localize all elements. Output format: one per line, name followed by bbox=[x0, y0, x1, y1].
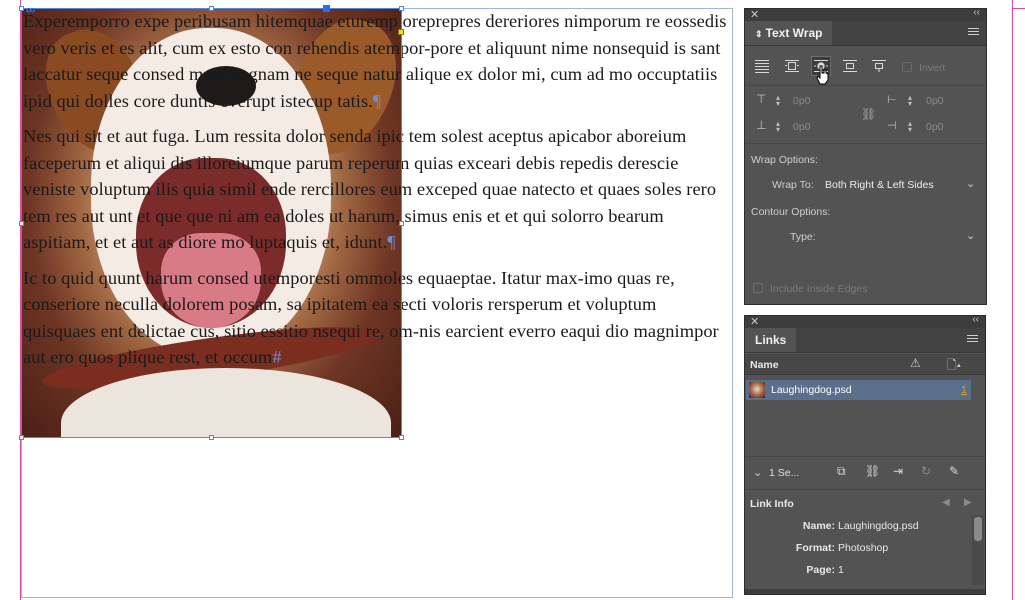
chain-icon[interactable]: ⛓ bbox=[861, 107, 876, 121]
info-format-value: Photoshop bbox=[838, 542, 889, 554]
jump-next-column-icon[interactable] bbox=[869, 56, 889, 76]
top-offset-field[interactable]: 0p0 bbox=[793, 95, 811, 107]
collapse-icon[interactable]: ‹‹ bbox=[973, 7, 980, 18]
invert-label: Invert bbox=[919, 62, 946, 74]
stepper-icon: ⇕ bbox=[755, 29, 763, 39]
top-offset-icon: ⊤ bbox=[756, 92, 767, 106]
tab-text-wrap[interactable]: ⇕ Text Wrap bbox=[745, 21, 833, 45]
body-text[interactable]: Experemporro expe peribusam hitemquae et… bbox=[23, 8, 731, 380]
link-page-number[interactable]: 1 bbox=[961, 384, 967, 396]
links-panel: ✕ ‹‹ Links Name ⚠ 🗋▴ Laughingdog.psd 1 ⌄… bbox=[745, 314, 985, 594]
right-offset-icon: ⊣ bbox=[887, 120, 897, 132]
wrap-to-label: Wrap To: bbox=[772, 179, 814, 191]
link-badge-icon: ∞ bbox=[26, 2, 36, 17]
col-name-label[interactable]: Name bbox=[750, 359, 779, 371]
close-icon[interactable]: ✕ bbox=[750, 315, 759, 328]
panel-divider bbox=[745, 489, 985, 490]
wrap-bounding-box-icon[interactable] bbox=[782, 56, 802, 76]
resize-handle-mr[interactable] bbox=[399, 221, 404, 226]
left-offset-icon: ⊢ bbox=[887, 94, 897, 106]
wrap-options-label: Wrap Options: bbox=[751, 154, 818, 166]
relink-cc-icon[interactable]: ⧉ bbox=[837, 464, 846, 479]
selection-summary: 1 Se... bbox=[769, 467, 800, 479]
right-offset-stepper[interactable]: ▴ ▾ bbox=[908, 120, 915, 134]
panel-divider bbox=[745, 143, 986, 144]
warning-icon[interactable]: ⚠ bbox=[910, 356, 921, 370]
panel-menu-icon[interactable] bbox=[967, 335, 978, 344]
info-name-value: Laughingdog.psd bbox=[838, 520, 919, 532]
panel-tab-row: Links bbox=[745, 328, 985, 353]
pointer-cursor-icon bbox=[815, 65, 831, 90]
panel-header: ✕ ‹‹ bbox=[745, 314, 985, 328]
margin-guide-right bbox=[1012, 0, 1013, 600]
resize-handle-tr[interactable] bbox=[399, 6, 404, 11]
link-file-name: Laughingdog.psd bbox=[771, 384, 852, 396]
content-grabber[interactable] bbox=[323, 5, 330, 12]
panel-header: ✕ ‹‹ bbox=[745, 7, 986, 21]
info-format-key: Format: bbox=[795, 542, 835, 554]
link-info-label: Link Info bbox=[750, 498, 794, 510]
include-inside-edges-label: Include Inside Edges bbox=[770, 283, 868, 295]
tab-links[interactable]: Links bbox=[745, 328, 797, 352]
resize-handle-tl[interactable] bbox=[19, 6, 24, 11]
include-inside-edges-checkbox[interactable] bbox=[753, 283, 763, 293]
scrollbar-thumb[interactable] bbox=[974, 517, 982, 541]
close-icon[interactable]: ✕ bbox=[750, 8, 759, 21]
bottom-offset-stepper[interactable]: ▴ ▾ bbox=[776, 120, 783, 134]
panel-menu-icon[interactable] bbox=[968, 28, 979, 37]
resize-handle-tm[interactable] bbox=[209, 6, 214, 11]
previous-link-icon[interactable]: ◀ bbox=[942, 497, 950, 508]
resize-handle-br[interactable] bbox=[399, 435, 404, 440]
invert-checkbox[interactable] bbox=[902, 62, 912, 72]
page-icon[interactable]: 🗋▴ bbox=[947, 356, 961, 377]
left-offset-field[interactable]: 0p0 bbox=[926, 95, 944, 107]
link-row[interactable]: Laughingdog.psd 1 bbox=[746, 380, 971, 400]
info-page-key: Page: bbox=[806, 564, 835, 576]
links-column-header: Name ⚠ 🗋▴ bbox=[745, 354, 985, 375]
info-name-key: Name: bbox=[802, 520, 835, 532]
go-to-link-icon[interactable]: ⇥ bbox=[893, 464, 903, 478]
panel-divider bbox=[745, 456, 985, 457]
next-link-icon[interactable]: ▶ bbox=[964, 497, 972, 508]
chevron-down-icon[interactable]: ⌄ bbox=[753, 466, 762, 479]
chevron-down-icon[interactable]: ⌄ bbox=[966, 229, 975, 242]
bottom-offset-field[interactable]: 0p0 bbox=[793, 121, 811, 133]
resize-handle-bl[interactable] bbox=[19, 435, 24, 440]
link-thumbnail bbox=[749, 382, 765, 398]
panel-tab-row: ⇕ Text Wrap bbox=[745, 21, 986, 46]
left-offset-stepper[interactable]: ▴ ▾ bbox=[908, 94, 915, 108]
contour-options-label: Contour Options: bbox=[751, 206, 831, 218]
panel-divider bbox=[745, 85, 986, 86]
top-offset-stepper[interactable]: ▴ ▾ bbox=[776, 94, 783, 108]
no-wrap-icon[interactable] bbox=[752, 56, 772, 76]
update-link-icon[interactable]: ↻ bbox=[921, 464, 931, 478]
text-wrap-panel: ✕ ‹‹ ⇕ Text Wrap Invert ⊤ ▴ ▾ 0p0 ⊥ ▴ ▾ 0p0… bbox=[745, 7, 986, 304]
wrap-to-select[interactable]: Both Right & Left Sides bbox=[825, 179, 934, 191]
edit-original-icon[interactable]: ✎ bbox=[949, 464, 959, 478]
bottom-offset-icon: ⊥ bbox=[756, 118, 767, 132]
paragraph-2: Nes qui sit et aut fuga. Lum ressita dol… bbox=[23, 126, 721, 252]
resize-handle-bm[interactable] bbox=[209, 435, 214, 440]
right-offset-field[interactable]: 0p0 bbox=[926, 121, 944, 133]
live-corner-handle[interactable] bbox=[398, 29, 404, 35]
info-page-value: 1 bbox=[838, 564, 844, 576]
margin-guide-top bbox=[1012, 8, 1025, 9]
chevron-down-icon[interactable]: ⌄ bbox=[966, 177, 975, 190]
paragraph-1: Experemporro expe peribusam hitemquae et… bbox=[23, 11, 732, 111]
relink-icon[interactable]: ⛓ bbox=[865, 464, 880, 478]
jump-object-icon[interactable] bbox=[840, 56, 860, 76]
resize-handle-ml[interactable] bbox=[19, 221, 24, 226]
paragraph-3: Ic to quid quunt harum consed utemporest… bbox=[23, 267, 724, 368]
panel-footer bbox=[745, 589, 985, 594]
contour-type-label: Type: bbox=[790, 231, 816, 243]
collapse-icon[interactable]: ‹‹ bbox=[972, 314, 979, 325]
